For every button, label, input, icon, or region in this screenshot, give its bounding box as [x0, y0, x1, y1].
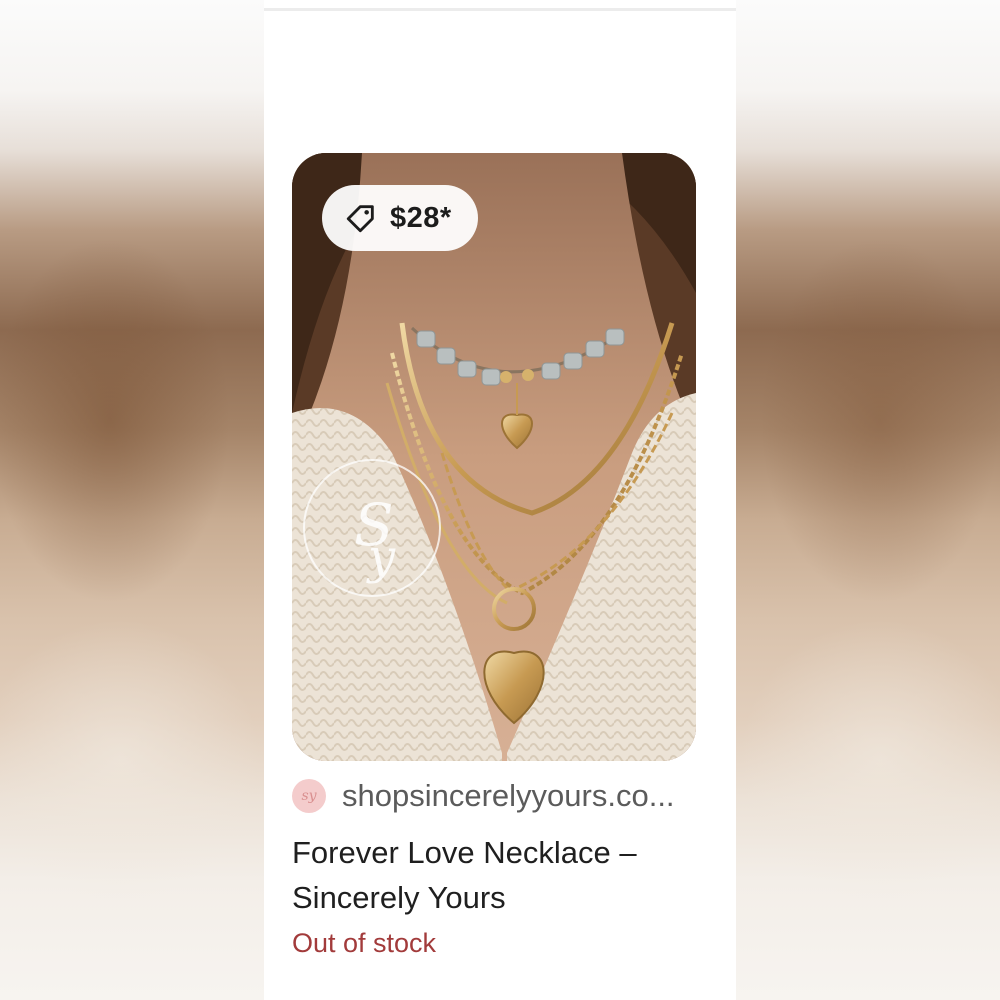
product-image[interactable]: S y $28* — [292, 153, 696, 761]
price-badge: $28* — [322, 185, 478, 251]
stock-status: Out of stock — [292, 928, 437, 958]
tag-icon — [346, 205, 374, 233]
product-title-line-1[interactable]: Forever Love Necklace – — [292, 830, 712, 875]
product-card[interactable]: S y $28* sy shopsincerelyyours.co... For… — [264, 0, 736, 1000]
price-label: $28* — [390, 201, 452, 234]
source-avatar-text: sy — [301, 788, 317, 804]
card-top-divider — [264, 8, 736, 11]
product-title-line-2[interactable]: Sincerely Yours — [292, 875, 712, 920]
source-avatar: sy — [292, 779, 326, 813]
svg-text:y: y — [366, 529, 396, 585]
product-title[interactable]: Forever Love Necklace – Sincerely Yours — [292, 830, 712, 920]
source-link[interactable]: sy shopsincerelyyours.co... — [292, 776, 712, 816]
source-domain[interactable]: shopsincerelyyours.co... — [342, 778, 675, 814]
